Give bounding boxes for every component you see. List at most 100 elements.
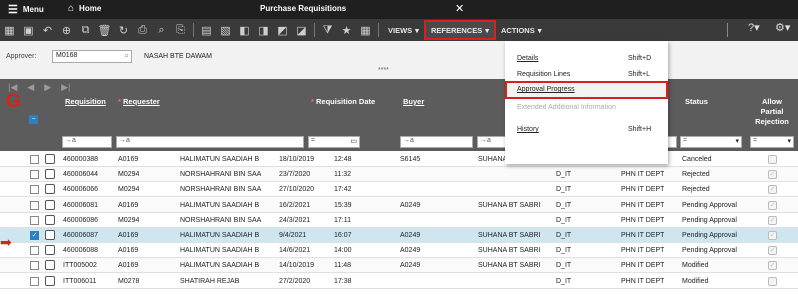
status-cell: Pending Approval [682,216,737,224]
row-select-checkbox[interactable] [30,276,39,286]
allow-partial-rejection-checkbox[interactable] [768,276,777,286]
row-detail-icon[interactable] [45,275,55,286]
date-filter-input[interactable]: = ▭ [308,136,360,148]
status-cell: Pending Approval [682,232,737,239]
column-header-allow-partial-rejection[interactable]: Allow Partial Rejection [752,97,792,127]
allow-partial-rejection-checkbox[interactable]: ✓ [768,170,777,180]
allow-partial-rejection-checkbox[interactable]: ✓ [768,261,777,271]
row-detail-icon[interactable] [45,199,55,210]
status-filter-select[interactable]: = ▾ [680,136,742,148]
row-select-checkbox[interactable] [30,246,39,256]
row-detail-icon[interactable] [45,184,55,195]
next-page-icon[interactable]: ▶ [44,82,51,93]
row-detail-icon[interactable] [45,230,55,240]
table-row[interactable]: ✓ 460006087 A0169 HALIMATUN SAADIAH B 9/4/20… [0,228,798,243]
table-row[interactable]: 460006066 M0294 NORSHAHRANI BIN SAA 27/10/2… [0,182,798,198]
row-select-checkbox[interactable] [30,185,39,195]
search-icon[interactable]: ⌕ [152,21,171,39]
print-icon[interactable]: ⎙ [133,21,152,39]
requisition-filter-input[interactable]: →a [62,136,112,148]
favorite-icon[interactable]: ★ [337,21,356,39]
requisition-date-cell: 27/10/2020 [279,186,315,194]
location-cell: PHN IT DEPT [621,186,665,194]
requisition-date-cell: 23/7/2020 [279,171,311,179]
table-row[interactable]: 460006081 A0169 HALIMATUN SAADIAH B 16/2/20… [0,197,798,213]
first-record-icon[interactable]: ◧ [235,21,254,39]
requisition-cell: 460006081 [63,201,99,209]
refresh-icon[interactable]: ↻ [114,21,133,39]
table-row[interactable]: 460000388 A0169 HALIMATUN SAADIAH B 18/10/2… [0,152,798,167]
allow-partial-rejection-checkbox[interactable]: ✓ [768,215,777,225]
undo-icon[interactable]: ↶ [38,21,57,39]
next-record-icon[interactable]: ◩ [273,21,292,39]
requester-name-cell: NORSHAHRANI BIN SAA [180,216,262,224]
department-cell: D_IT [556,247,572,255]
allow-partial-rejection-checkbox[interactable]: ✓ [768,200,777,210]
column-header-requisition[interactable]: Requisition [65,97,106,106]
previous-page-icon[interactable]: ◀ [27,82,34,93]
requester-name-cell: NORSHAHRANI BIN SAA [180,186,262,194]
filter-icon[interactable]: ⧩ [318,21,337,39]
allow-filter-select[interactable]: = ▾ [750,136,794,148]
menu-item-extended-additional-information[interactable]: Extended Additional Information [505,99,668,117]
views-menu[interactable]: VIEWS ▾ [382,21,425,39]
save-icon[interactable]: ▣ [19,21,38,39]
select-all-toggle[interactable]: − [29,115,38,124]
row-select-checkbox[interactable] [30,170,39,180]
table-row[interactable]: 460006044 M0294 NORSHAHRANI BIN SAA 23/7/20… [0,167,798,183]
delete-icon[interactable]: 🗑 [95,21,114,39]
allow-partial-rejection-checkbox[interactable] [768,155,777,164]
approver-field[interactable]: M0168 ⌕ [52,50,132,63]
last-page-icon[interactable]: ▶| [61,82,70,93]
row-select-checkbox[interactable]: ✓ [30,231,39,240]
lookup-icon[interactable]: ⌕ [125,51,129,61]
buyer-name-cell: SUHANA BT SABRI [478,232,541,239]
help-icon[interactable]: ?▾ [748,21,760,34]
row-select-checkbox[interactable] [30,200,39,210]
previous-record-icon[interactable]: ◨ [254,21,273,39]
row-select-checkbox[interactable] [30,155,39,164]
close-icon[interactable]: ✕ [455,2,464,15]
table-row[interactable]: ITT005002 A0169 HALIMATUN SAADIAH B 14/10/2… [0,258,798,274]
row-detail-icon[interactable] [45,260,55,271]
menu-button[interactable]: ☰ Menu [8,3,44,16]
home-button[interactable]: ⌂ Home [68,3,101,14]
gear-icon[interactable]: ⚙▾ [775,21,790,34]
menu-item-approval-progress[interactable]: Approval Progress [505,81,668,99]
requisition-cell: 460006066 [63,186,99,194]
column-header-requester[interactable]: * Requester [118,97,160,106]
buyer-filter-input[interactable]: →a [400,136,473,148]
red-arrow-indicator: ➡ [0,234,12,250]
row-select-checkbox[interactable] [30,261,39,271]
attachment-icon[interactable]: ⎘ [171,21,190,39]
last-record-icon[interactable]: ◪ [292,21,311,39]
report-icon[interactable]: ▤ [197,21,216,39]
allow-partial-rejection-checkbox[interactable]: ✓ [768,246,777,256]
requisition-time-cell: 17:38 [334,277,352,285]
document-icon[interactable]: ▧ [216,21,235,39]
allow-partial-rejection-checkbox[interactable]: ✓ [768,231,777,240]
menu-item-history[interactable]: History Shift+H [505,121,668,139]
requester-code-cell: A0169 [118,247,139,255]
row-detail-icon[interactable] [45,214,55,225]
table-row[interactable]: 460006086 M0294 NORSHAHRANI BIN SAA 24/3/20… [0,213,798,228]
row-detail-icon[interactable] [45,245,55,256]
row-detail-icon[interactable] [45,154,55,164]
location-cell: PHN IT DEPT [621,201,665,209]
requester-filter-input[interactable]: →a [116,136,304,148]
copy-record-icon[interactable]: ⧉ [76,21,95,39]
actions-menu[interactable]: ACTIONS ▾ [495,21,548,39]
column-header-status[interactable]: Status [685,97,708,106]
list-view-icon[interactable]: ▦ [0,21,19,39]
table-row[interactable]: ITT006011 M0278 SHATIRAH REJAB 27/2/2020 17:… [0,274,798,289]
references-menu[interactable]: REFERENCES ▾ [423,20,496,40]
table-row[interactable]: 460006088 A0169 HALIMATUN SAADIAH B 14/6/20… [0,243,798,259]
row-select-checkbox[interactable] [30,215,39,225]
column-header-requisition-date[interactable]: * Requisition Date [311,97,375,106]
row-detail-icon[interactable] [45,169,55,180]
calendar-icon[interactable]: ▦ [356,21,375,39]
allow-partial-rejection-checkbox[interactable]: ✓ [768,185,777,195]
new-record-icon[interactable]: ⊕ [57,21,76,39]
column-header-buyer[interactable]: Buyer [403,97,424,106]
requisition-time-cell: 17:11 [334,216,351,224]
